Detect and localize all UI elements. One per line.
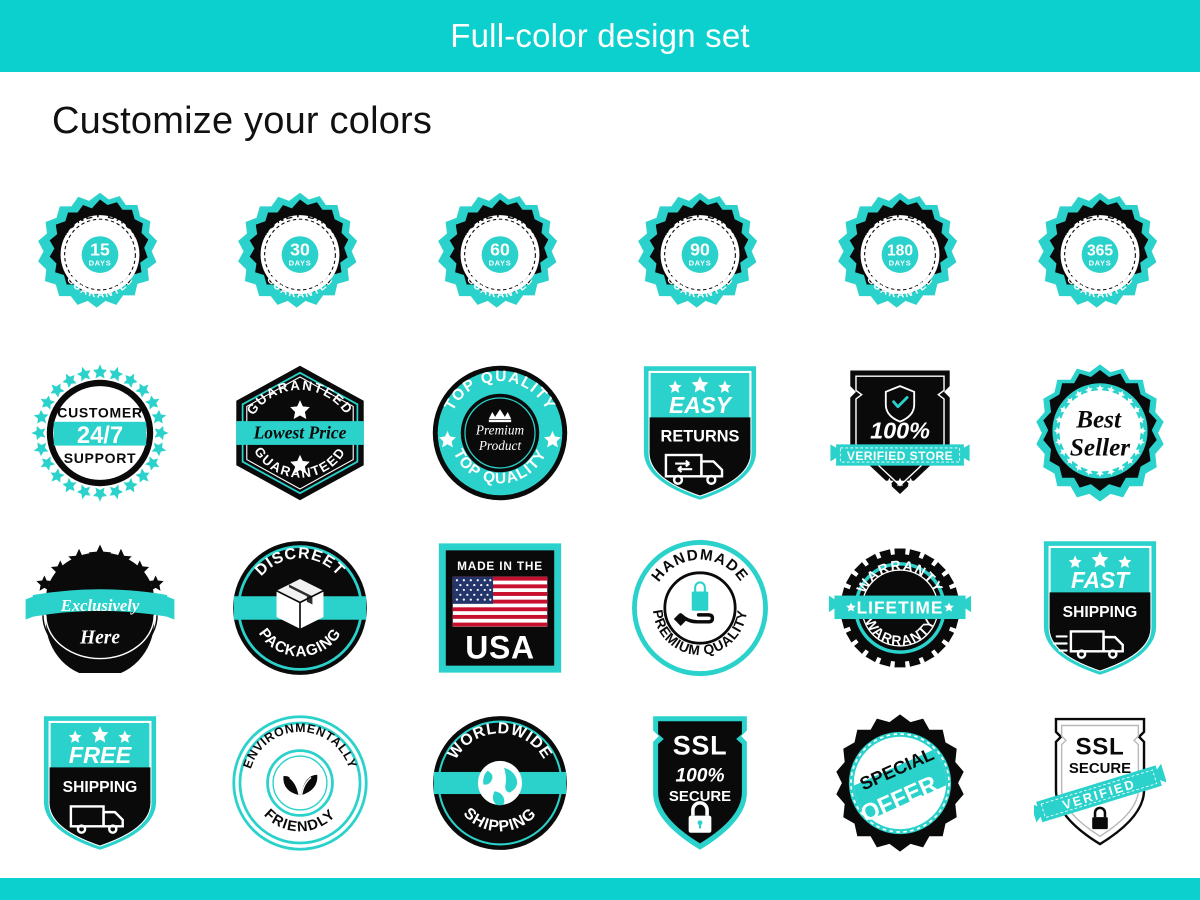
badge-money-back-90[interactable]: MONEY BACK GUARANTEE 90 DAYS [600, 170, 800, 345]
badge-line3: SUPPORT [64, 450, 137, 466]
badge-sold-exclusively-here[interactable]: Sold Exclusively Here [0, 520, 200, 695]
badge-line2: SECURE [1069, 761, 1131, 777]
badge-money-back-180[interactable]: MONEY BACK GUARANTEE 180 DAYS [800, 170, 1000, 345]
money-back-starburst-svg: MONEY BACK GUARANTEE 90 DAYS [638, 192, 758, 308]
top-quality-svg: TOP QUALITY TOP QUALITY Premium Product [432, 365, 568, 500]
badge-made-in-the-usa[interactable]: MADE IN THE USA [400, 520, 600, 695]
money-back-starburst-svg: MONEY BACK GUARANTEE 60 DAYS [438, 192, 558, 308]
ssl-verified-shield-svg: SSL SECURE VERIFIED [1034, 717, 1166, 845]
badge-money-back-15[interactable]: MONEY BACK GUARANTEE 15 DAYS [0, 170, 200, 345]
badge-number: 180 [887, 242, 913, 259]
badge-banner: Exclusively [60, 595, 140, 614]
badge-line2: 100% [676, 765, 725, 786]
badge-ssl-secure-verified[interactable]: SSL SECURE VERIFIED [1000, 695, 1200, 870]
badge-money-back-60[interactable]: MONEY BACK GUARANTEE 60 DAYS [400, 170, 600, 345]
discreet-packaging-svg: DISCREET PACKAGING [233, 540, 367, 675]
badge-unit: DAYS [89, 258, 112, 267]
badge-unit: DAYS [289, 258, 312, 267]
money-back-starburst-svg: MONEY BACK GUARANTEE 365 DAYS [1038, 192, 1158, 308]
free-shipping-shield-svg: FREE SHIPPING [43, 715, 157, 850]
header-bar: Full-color design set [0, 0, 1200, 72]
money-back-starburst-svg: MONEY BACK GUARANTEE 30 DAYS [238, 192, 358, 308]
badge-worldwide-shipping[interactable]: WORLDWIDE SHIPPING [400, 695, 600, 870]
badge-line1: FAST [1071, 567, 1131, 593]
badge-number: 90 [690, 239, 710, 259]
badge-line1: Best [1075, 406, 1122, 433]
badge-number: 60 [490, 239, 510, 259]
badge-ssl-100-secure[interactable]: SSL 100% SECURE [600, 695, 800, 870]
sold-exclusively-svg: Sold Exclusively Here [25, 543, 175, 673]
badge-unit: DAYS [889, 258, 912, 267]
poster-canvas: Full-color design set Customize your col… [0, 0, 1200, 900]
globe-icon [477, 760, 523, 805]
badge-line2: Seller [1070, 434, 1130, 461]
ssl-secure-shield-svg: SSL 100% SECURE [653, 715, 747, 850]
badge-number: 30 [290, 239, 310, 259]
badge-unit: DAYS [1089, 258, 1112, 267]
special-offer-svg: SPECIAL OFFER [836, 713, 964, 852]
badge-verified-store-100[interactable]: 100% VERIFIED STORE [800, 345, 1000, 520]
easy-returns-shield-svg: EASY RETURNS [643, 365, 757, 500]
badge-line1: Sold [81, 567, 120, 591]
badge-line1: Premium [475, 422, 525, 437]
badge-handmade-premium-quality[interactable]: HANDMADE PREMIUM QUALITY [600, 520, 800, 695]
badge-money-back-30[interactable]: MONEY BACK GUARANTEE 30 DAYS [200, 170, 400, 345]
badge-best-seller[interactable]: Best Seller [1000, 345, 1200, 520]
best-seller-svg: Best Seller [1036, 363, 1164, 502]
badge-line2: Here [79, 627, 120, 648]
money-back-starburst-svg: MONEY BACK GUARANTEE 15 DAYS [38, 192, 158, 308]
leaf-icon [283, 774, 318, 797]
badge-line1: 100% [870, 417, 930, 443]
badge-line1: CUSTOMER [57, 404, 142, 420]
badge-special-offer[interactable]: SPECIAL OFFER [800, 695, 1000, 870]
badge-line2: SHIPPING [63, 779, 138, 796]
worldwide-shipping-svg: WORLDWIDE SHIPPING [433, 715, 567, 850]
badge-fast-shipping[interactable]: FAST SHIPPING [1000, 520, 1200, 695]
subtitle: Customize your colors [52, 100, 433, 142]
badge-arc-top: ENVIRONMENTALLY [240, 720, 359, 769]
badge-environmentally-friendly[interactable]: ENVIRONMENTALLY FRIENDLY [200, 695, 400, 870]
svg-text:ENVIRONMENTALLY: ENVIRONMENTALLY [240, 720, 359, 769]
badge-line1: SSL [1075, 733, 1124, 760]
badge-money-back-365[interactable]: MONEY BACK GUARANTEE 365 DAYS [1000, 170, 1200, 345]
badge-line2: 24/7 [77, 421, 123, 448]
usa-flag-icon [452, 576, 548, 627]
badge-customer-247-support[interactable]: CUSTOMER 24/7 SUPPORT [0, 345, 200, 520]
badge-number: 15 [90, 239, 110, 259]
badge-discreet-packaging[interactable]: DISCREET PACKAGING [200, 520, 400, 695]
footer-bar [0, 878, 1200, 900]
badge-line1: EASY [669, 392, 733, 418]
badge-line2: SHIPPING [1063, 604, 1138, 621]
badge-unit: DAYS [489, 258, 512, 267]
badge-number: 365 [1087, 242, 1113, 259]
fast-shipping-shield-svg: FAST SHIPPING [1043, 540, 1157, 675]
badge-unit: DAYS [689, 258, 712, 267]
badge-free-shipping[interactable]: FREE SHIPPING [0, 695, 200, 870]
badge-easy-returns[interactable]: EASY RETURNS [600, 345, 800, 520]
lifetime-warranty-svg: WARRANTY WARRANTY LIFETIME [828, 548, 972, 667]
badge-line1: SSL [673, 730, 728, 760]
badge-lowest-price-guaranteed[interactable]: GUARANTEED GUARANTEED Lowest Price [200, 345, 400, 520]
hand-product-icon [673, 581, 715, 626]
verified-store-svg: 100% VERIFIED STORE [830, 370, 970, 494]
badge-line2: RETURNS [661, 427, 740, 445]
customer-support-svg: CUSTOMER 24/7 SUPPORT [31, 363, 169, 502]
badge-line2: Product [478, 437, 522, 452]
badge-banner: LIFETIME [857, 597, 944, 617]
money-back-starburst-svg: MONEY BACK GUARANTEE 180 DAYS [838, 192, 958, 308]
badge-line1: FREE [69, 742, 133, 768]
lowest-price-hexagon-svg: GUARANTEED GUARANTEED Lowest Price [236, 365, 364, 500]
badge-banner: VERIFIED STORE [847, 448, 953, 462]
handmade-premium-svg: HANDMADE PREMIUM QUALITY [632, 539, 768, 676]
badge-top-quality-premium-product[interactable]: TOP QUALITY TOP QUALITY Premium Product [400, 345, 600, 520]
page-title: Full-color design set [450, 17, 750, 54]
made-in-usa-svg: MADE IN THE USA [438, 542, 562, 673]
badge-line1: MADE IN THE [457, 558, 543, 572]
badge-line2: USA [465, 629, 535, 665]
badge-banner: Lowest Price [253, 422, 347, 442]
badge-lifetime-warranty[interactable]: WARRANTY WARRANTY LIFETIME [800, 520, 1000, 695]
environmentally-friendly-svg: ENVIRONMENTALLY FRIENDLY [232, 714, 368, 851]
badge-grid: MONEY BACK GUARANTEE 15 DAYS MONEY BACK [0, 170, 1200, 870]
